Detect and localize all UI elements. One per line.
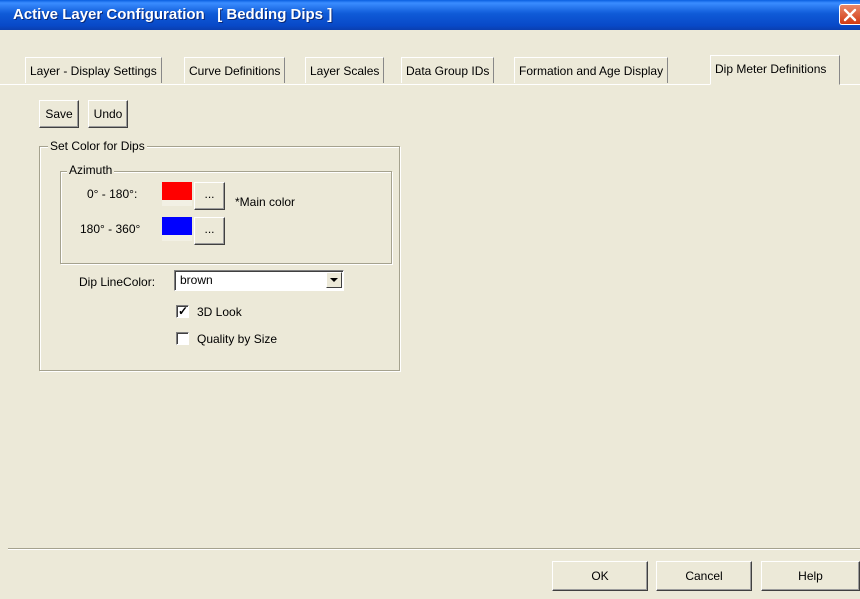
azimuth-range-2-color-button[interactable]: ... [194, 217, 225, 245]
azimuth-range-1-label: 0° - 180°: [87, 187, 138, 201]
tab-formation-and-age-display[interactable]: Formation and Age Display [514, 57, 669, 83]
tab-data-group-ids[interactable]: Data Group IDs [401, 57, 495, 83]
tab-curve-definitions[interactable]: Curve Definitions [184, 57, 286, 83]
help-button[interactable]: Help [761, 561, 860, 591]
3d-look-label: 3D Look [197, 305, 242, 319]
azimuth-range-1-color-swatch [162, 182, 194, 206]
title-bar: Active Layer Configuration [ Bedding Dip… [0, 0, 860, 30]
dip-line-color-value: brown [180, 273, 213, 287]
close-button[interactable] [839, 4, 860, 25]
tab-dip-meter-definitions[interactable]: Dip Meter Definitions [710, 55, 840, 85]
dip-line-color-label: Dip LineColor: [79, 275, 156, 289]
azimuth-group [60, 171, 392, 264]
azimuth-range-2-color-swatch [162, 217, 194, 241]
close-icon [843, 8, 857, 22]
tab-layer-display-settings[interactable]: Layer - Display Settings [25, 57, 162, 83]
azimuth-group-label: Azimuth [67, 163, 115, 177]
dip-colors-group-label: Set Color for Dips [48, 139, 147, 153]
azimuth-range-2-color [162, 217, 192, 235]
azimuth-range-1-color-button[interactable]: ... [194, 182, 225, 210]
dropdown-arrow-button[interactable] [326, 272, 342, 288]
undo-button[interactable]: Undo [88, 100, 128, 128]
save-button[interactable]: Save [39, 100, 79, 128]
footer-divider [8, 548, 860, 550]
3d-look-checkbox[interactable]: ✓ [176, 304, 189, 318]
cancel-button[interactable]: Cancel [656, 561, 752, 591]
checkmark-icon: ✓ [178, 304, 189, 318]
chevron-down-icon [330, 278, 338, 282]
main-color-note: *Main color [235, 195, 296, 209]
tab-layer-scales[interactable]: Layer Scales [305, 57, 385, 83]
quality-by-size-label: Quality by Size [197, 332, 278, 346]
quality-by-size-checkbox[interactable] [176, 332, 189, 345]
azimuth-range-1-color [162, 182, 192, 200]
azimuth-range-2-label: 180° - 360° [80, 222, 141, 236]
window-title: Active Layer Configuration [ Bedding Dip… [13, 6, 333, 23]
dip-line-color-select[interactable]: brown [174, 270, 344, 291]
ok-button[interactable]: OK [552, 561, 648, 591]
